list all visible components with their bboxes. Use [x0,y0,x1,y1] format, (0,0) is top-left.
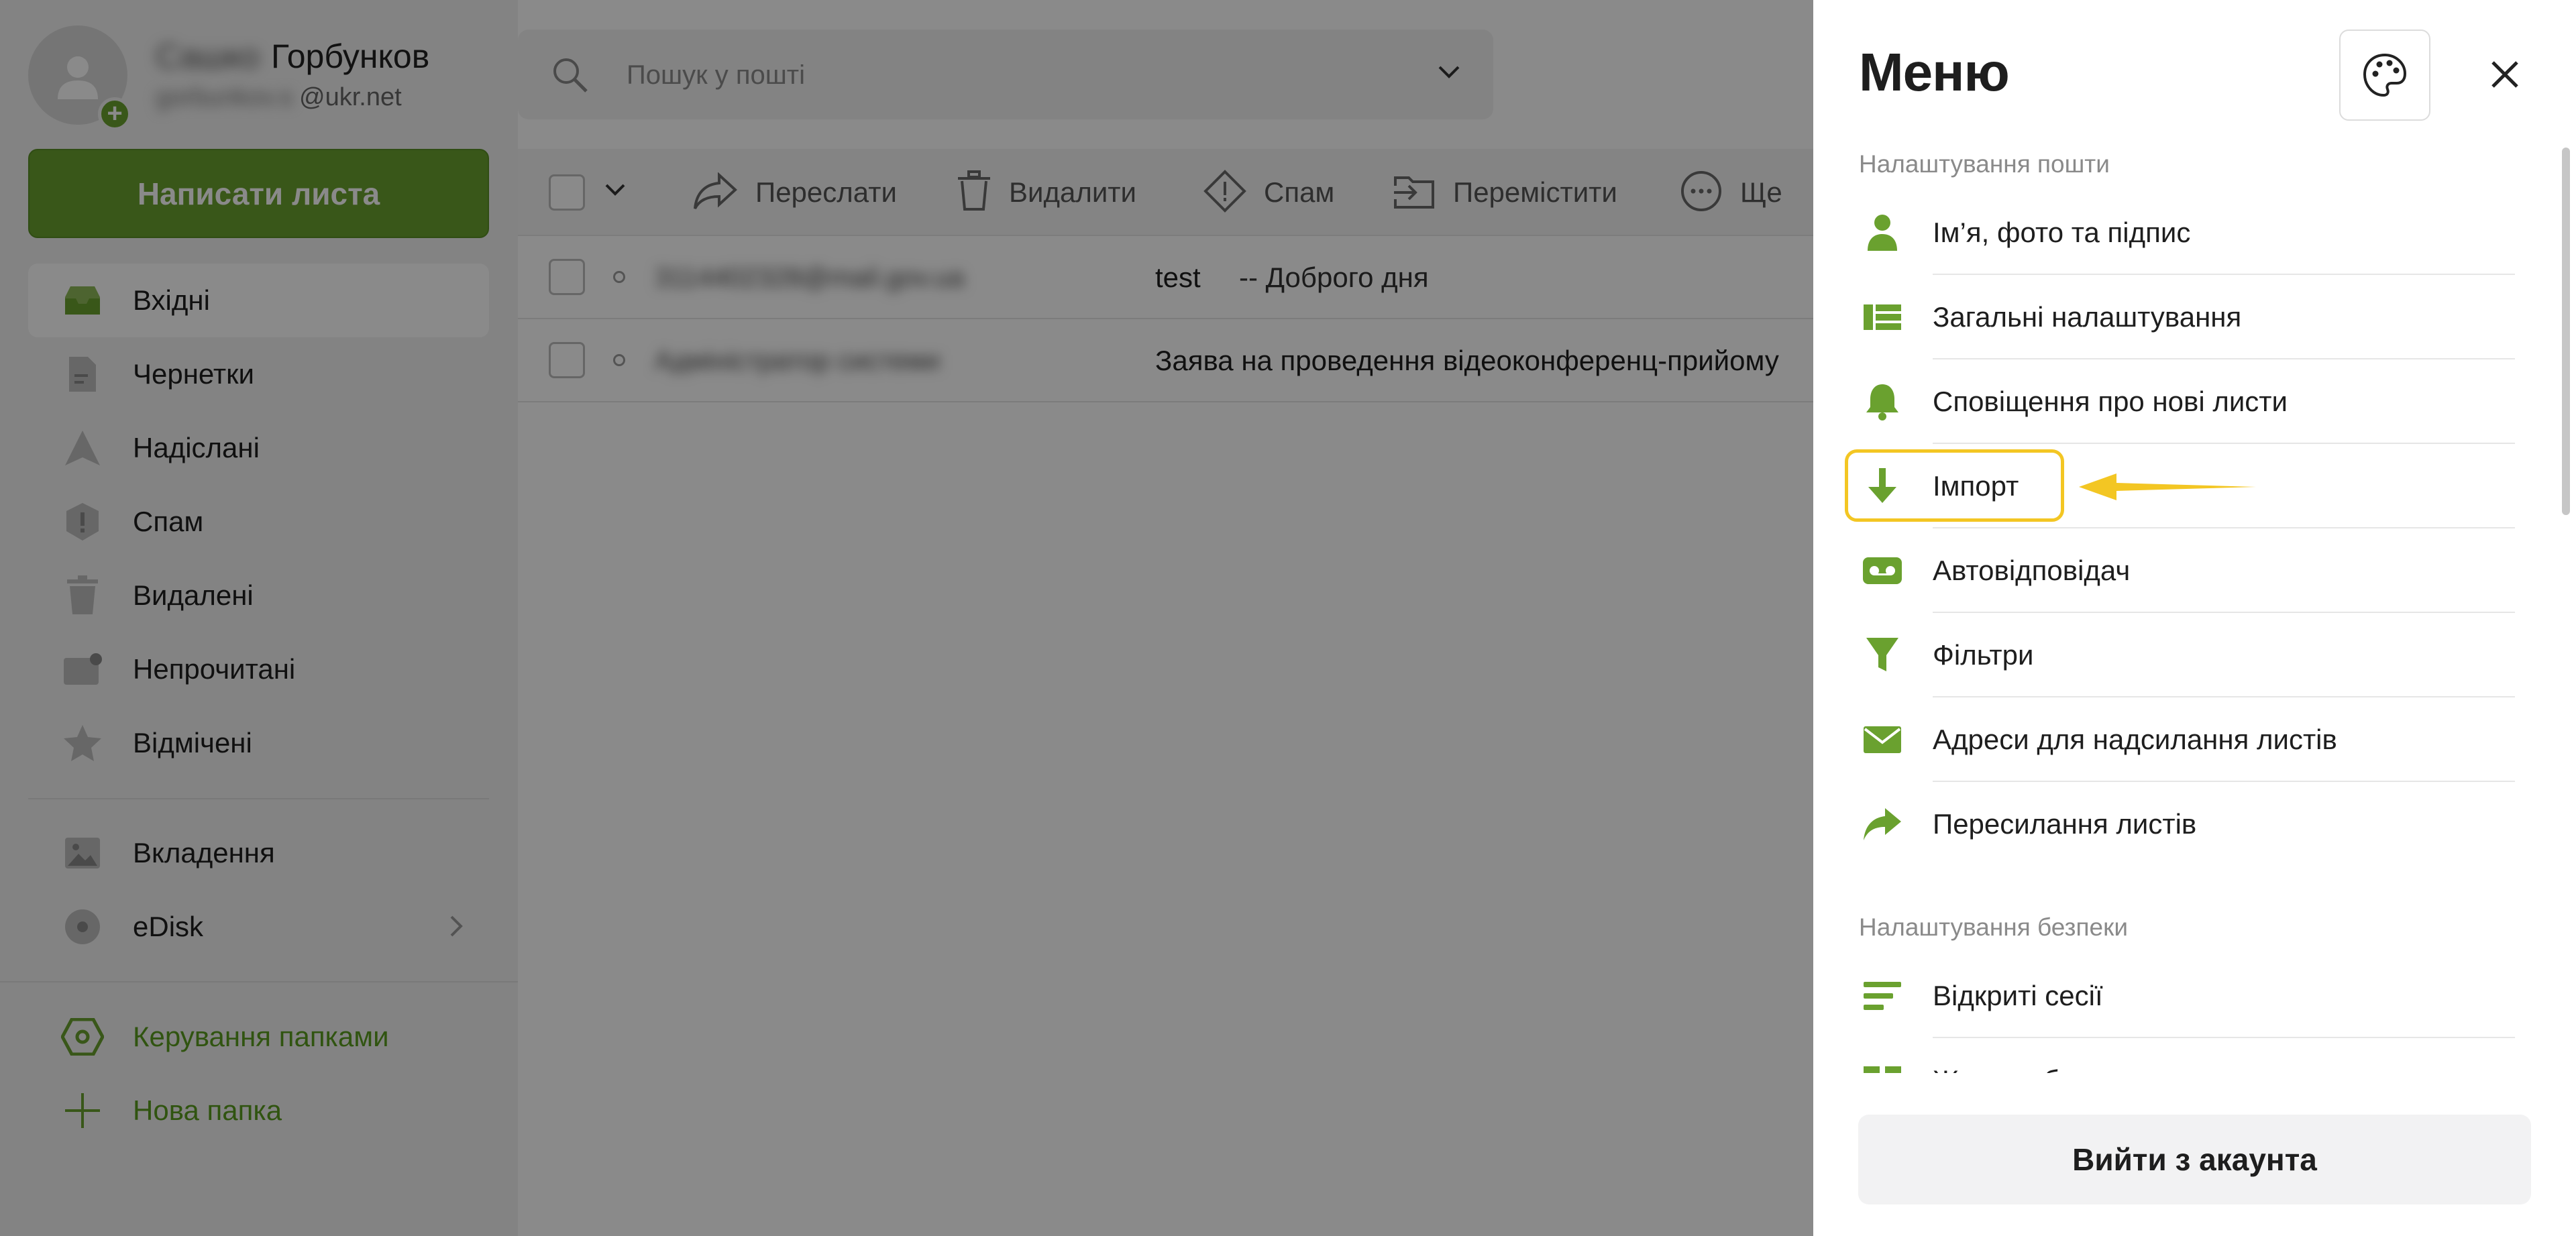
menu-item-label: Адреси для надсилання листів [1933,724,2337,755]
filter-icon [1859,632,1906,679]
menu-item-send-addresses[interactable]: Адреси для надсилання листів [1859,697,2515,782]
bell-icon [1859,378,1906,425]
menu-item-label: Ім’я, фото та підпис [1933,217,2191,248]
menu-item-notifications[interactable]: Сповіщення про нові листи [1859,359,2515,444]
security-settings-heading: Налаштування безпеки [1859,913,2128,941]
mail-settings-heading: Налаштування пошти [1859,150,2110,178]
voicemail-icon [1859,547,1906,594]
menu-item-label: Автовідповідач [1933,555,2131,586]
menu-title: Меню [1859,42,2010,102]
envelope-icon [1859,716,1906,763]
forward-icon [1859,801,1906,848]
menu-item-label: Пересилання листів [1933,808,2197,840]
menu-item-label: Фільтри [1933,639,2034,671]
mail-app: + Сашко Горбунков gorbunkov.s @ukr.net Н… [0,0,1813,1236]
theme-button[interactable] [2339,30,2430,121]
list-icon [1859,294,1906,341]
menu-item-label: Сповіщення про нові листи [1933,386,2288,417]
modal-backdrop[interactable] [0,0,1813,1236]
import-highlight-frame [1845,449,2064,522]
person-icon [1859,209,1906,256]
close-icon [2491,61,2518,88]
menu-panel: Меню Налаштування пошти Ім’я, фото та пі… [1813,0,2576,1236]
pointer-arrow-icon [2079,473,2256,500]
menu-item-label: Загальні налаштування [1933,301,2242,333]
menu-scrollbar[interactable] [2562,148,2570,515]
menu-item-general-settings[interactable]: Загальні налаштування [1859,275,2515,359]
menu-item-profile[interactable]: Ім’я, фото та підпис [1859,190,2515,275]
menu-item-open-sessions[interactable]: Відкриті сесії [1859,954,2515,1038]
menu-item-filters[interactable]: Фільтри [1859,613,2515,697]
close-button[interactable] [2481,51,2528,98]
menu-item-autoreply[interactable]: Автовідповідач [1859,528,2515,613]
sessions-icon [1859,972,1906,1019]
logout-button[interactable]: Вийти з акаунта [1858,1115,2531,1204]
menu-item-label: Відкриті сесії [1933,980,2103,1011]
menu-item-forwarding[interactable]: Пересилання листів [1859,782,2515,866]
palette-icon [2363,53,2407,97]
